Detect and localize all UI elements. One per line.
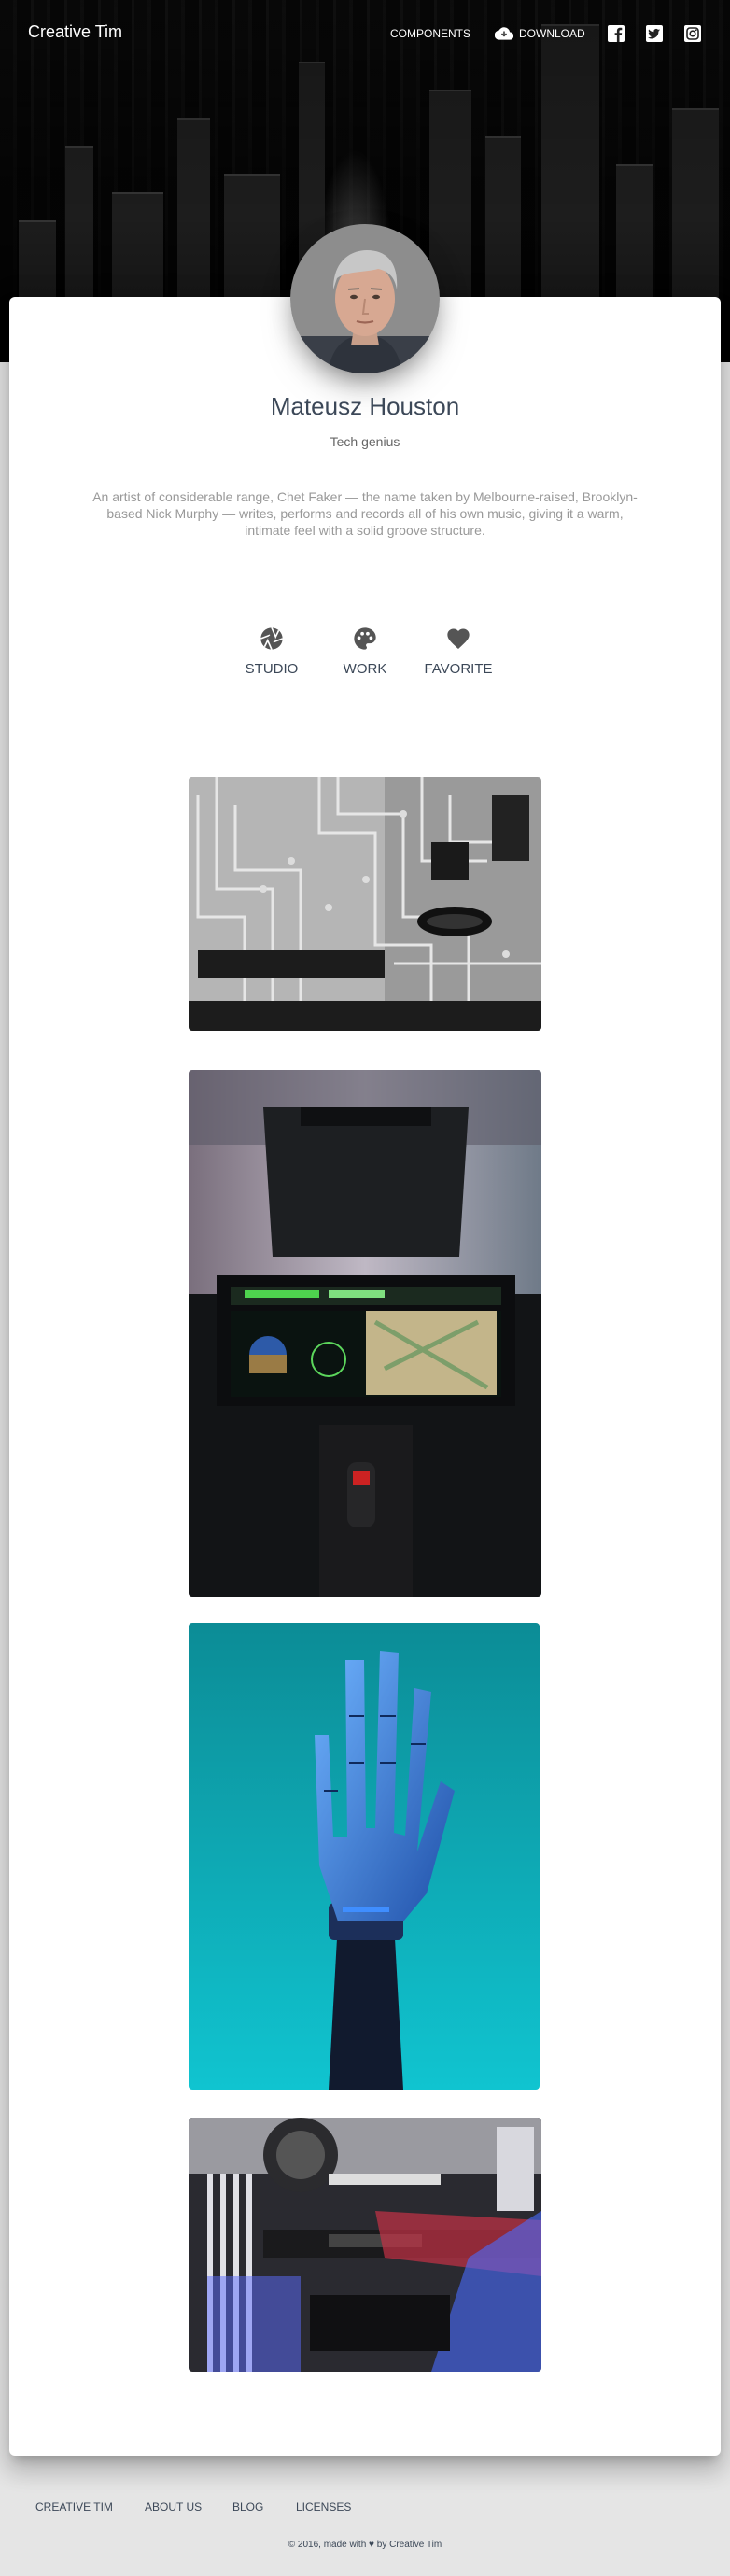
brand-logo-text[interactable]: Creative Tim [28,22,122,42]
tab-favorite[interactable]: FAVORITE [412,626,505,677]
profile-role: Tech genius [330,434,400,449]
footer-link-blog[interactable]: BLOG [232,2500,263,2513]
tab-studio[interactable]: STUDIO [225,626,318,677]
cloud-download-icon [495,27,513,40]
navbar: Creative Tim COMPONENTS DOWNLOAD [0,0,730,67]
facebook-icon[interactable] [607,24,625,43]
footer-link-licenses[interactable]: LICENSES [296,2500,351,2513]
profile-name: Mateusz Houston [270,392,460,420]
twitter-icon[interactable] [645,24,664,43]
camera-shutter-icon [260,627,283,650]
nav-download-label: DOWNLOAD [519,27,585,40]
nav-download-link[interactable]: DOWNLOAD [495,27,585,40]
heart-icon [447,628,470,649]
profile-avatar [290,224,440,373]
instagram-icon[interactable] [683,24,702,43]
tab-work[interactable]: WORK [318,626,412,677]
computer-hardware-photo[interactable] [189,2118,541,2372]
tab-work-label: WORK [343,661,387,677]
circuit-board-photo[interactable] [189,777,541,1031]
footer-link-creative-tim[interactable]: CREATIVE TIM [35,2500,113,2513]
cockpit-photo[interactable] [189,1070,541,1597]
profile-bio: An artist of considerable range, Chet Fa… [92,489,638,539]
tab-studio-label: STUDIO [245,661,299,677]
robot-hand-photo[interactable] [189,1623,540,2090]
nav-components-link[interactable]: COMPONENTS [390,27,470,40]
palette-icon [354,627,376,650]
footer-copyright: © 2016, made with ♥ by Creative Tim [288,2540,442,2550]
nav-components-label: COMPONENTS [390,27,471,40]
footer-link-about-us[interactable]: ABOUT US [145,2500,202,2513]
tab-favorite-label: FAVORITE [424,661,493,677]
